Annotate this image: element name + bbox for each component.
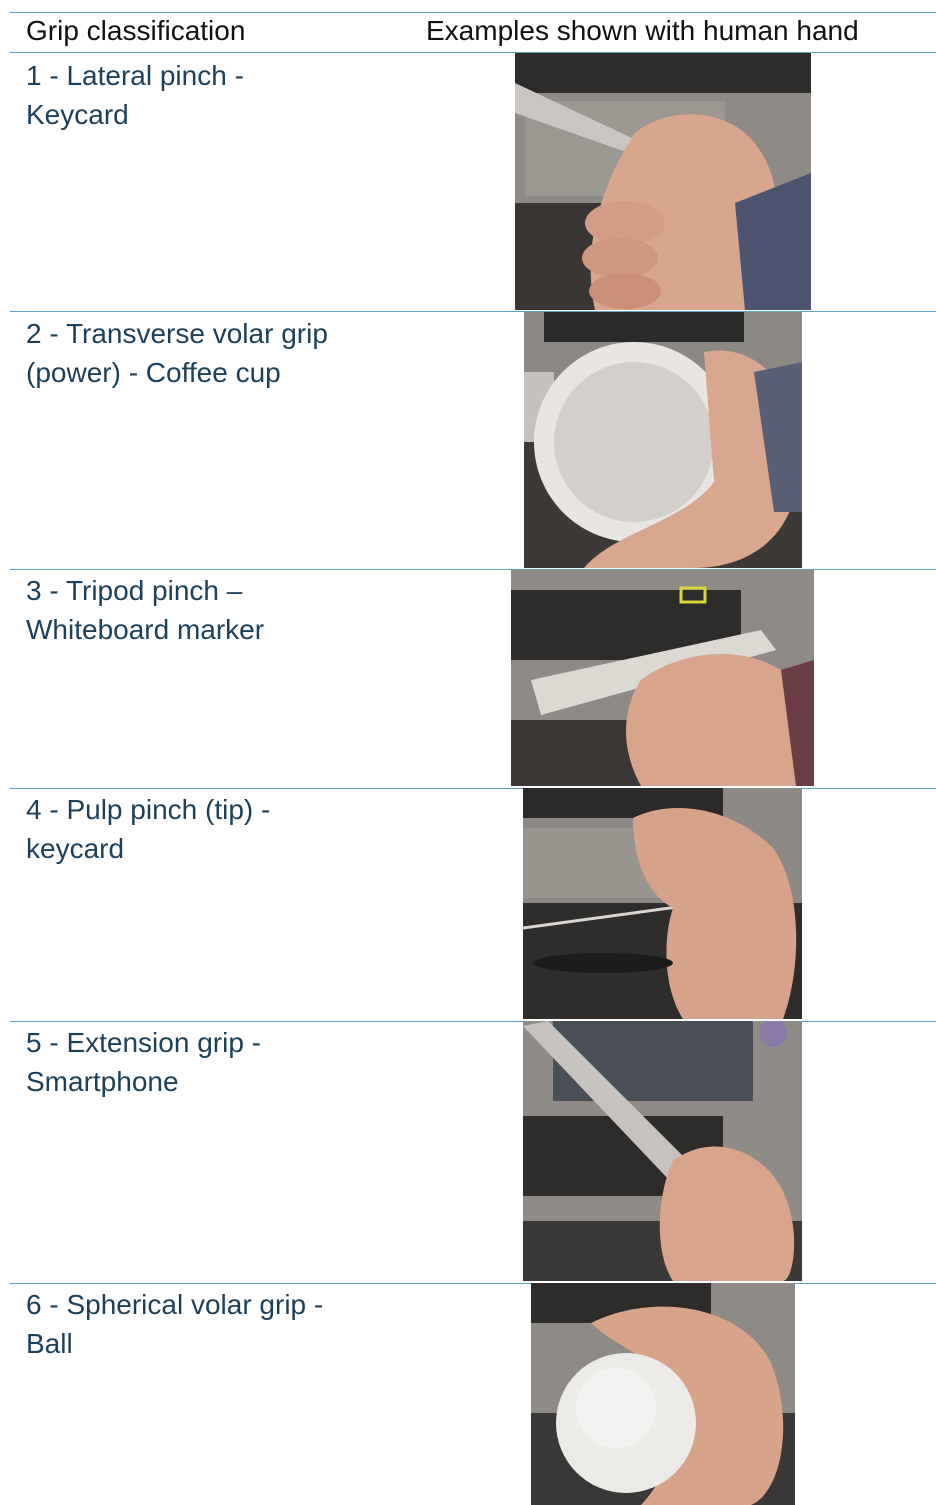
row-5-label: 5 - Extension grip - Smartphone: [26, 1027, 261, 1097]
table-top-rule: [10, 12, 936, 13]
row-6-label: 6 - Spherical volar grip - Ball: [26, 1289, 324, 1359]
row-1-photo-lateral-pinch-keycard: [515, 53, 811, 310]
column-header-grip-classification: Grip classification: [26, 15, 246, 46]
grip-classification-table: Grip classification Examples shown with …: [0, 0, 936, 1505]
row-3-label: 3 - Tripod pinch – Whiteboard marker: [26, 575, 265, 645]
row-4-photo-pulp-pinch-keycard: [523, 788, 802, 1019]
row-5-bottom-rule: [10, 1283, 936, 1284]
row-1-label: 1 - Lateral pinch - Keycard: [26, 60, 244, 130]
row-4-label: 4 - Pulp pinch (tip) - keycard: [26, 794, 271, 864]
row-5-photo-extension-grip-smartphone: [523, 1021, 802, 1281]
row-6-photo-spherical-volar-grip-ball: [531, 1283, 795, 1505]
row-3-photo-tripod-pinch-whiteboard-marker: [511, 570, 814, 786]
column-header-examples: Examples shown with human hand: [426, 15, 859, 46]
row-2-photo-transverse-volar-grip-coffee-cup: [524, 312, 802, 568]
row-2-label: 2 - Transverse volar grip (power) - Coff…: [26, 318, 328, 388]
